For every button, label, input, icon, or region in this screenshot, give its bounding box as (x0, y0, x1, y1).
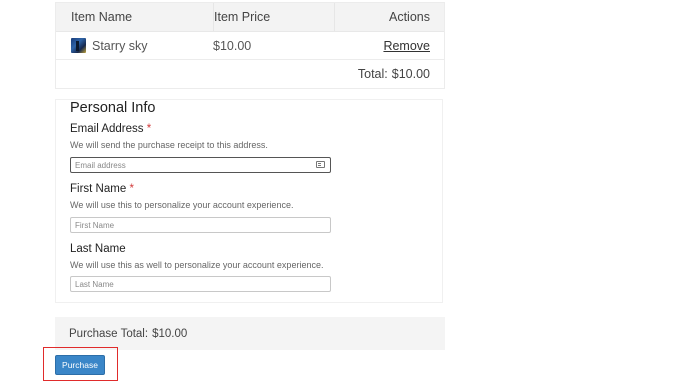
purchase-total-value: $10.00 (152, 327, 188, 340)
cart-item-row: Starry sky $10.00 Remove (56, 32, 444, 60)
cart-total-label: Total: (357, 67, 388, 81)
last-name-label-text: Last Name (70, 243, 126, 255)
cart-item-name-cell: Starry sky (56, 32, 213, 59)
purchase-total-label: Purchase Total: (69, 327, 149, 340)
checkout-page: Item Name Item Price Actions Starry sky … (0, 0, 680, 384)
first-name-required-mark: * (129, 183, 134, 195)
column-header-item-price-label: Item Price (214, 10, 271, 24)
first-name-label-text: First Name (70, 183, 127, 195)
first-name-field-placeholder: First Name (75, 220, 115, 230)
purchase-total: Purchase Total: $10.00 (55, 317, 445, 350)
remove-item-link[interactable]: Remove (383, 39, 430, 53)
personal-info-section: Personal Info Email Address * We will se… (55, 99, 443, 303)
card-icon (316, 161, 325, 168)
email-label: Email Address * (70, 123, 151, 135)
cart-total-value: $10.00 (391, 67, 430, 81)
email-label-text: Email Address (70, 123, 144, 135)
cart-item-name: Starry sky (92, 38, 148, 53)
column-header-item-name: Item Name (56, 3, 214, 31)
last-name-label: Last Name (70, 243, 126, 255)
column-header-actions: Actions (389, 10, 430, 24)
last-name-field-placeholder: Last Name (75, 279, 114, 289)
cart-item-price: $10.00 (213, 38, 252, 53)
email-field[interactable]: Email address (70, 157, 331, 173)
email-help-text: We will send the purchase receipt to thi… (70, 140, 268, 150)
purchase-button[interactable]: Purchase (55, 355, 105, 375)
cart-item-actions-cell: Remove (333, 32, 444, 59)
first-name-help-text: We will use this to personalize your acc… (70, 200, 294, 210)
cart-table-header: Item Name Item Price Actions (56, 3, 444, 32)
first-name-field[interactable]: First Name (70, 217, 331, 233)
last-name-help-text: We will use this as well to personalize … (70, 260, 324, 270)
email-field-placeholder: Email address (75, 160, 126, 170)
cart-total: Total: $10.00 (56, 60, 444, 88)
column-header-item-price: Item Price (214, 3, 335, 31)
first-name-label: First Name * (70, 183, 134, 195)
cart-table: Item Name Item Price Actions Starry sky … (55, 2, 445, 89)
last-name-field[interactable]: Last Name (70, 276, 331, 292)
starry-sky-thumbnail-icon (71, 38, 86, 53)
email-required-mark: * (146, 123, 152, 135)
cart-item-price-cell: $10.00 (213, 32, 333, 59)
personal-info-title: Personal Info (70, 100, 156, 116)
